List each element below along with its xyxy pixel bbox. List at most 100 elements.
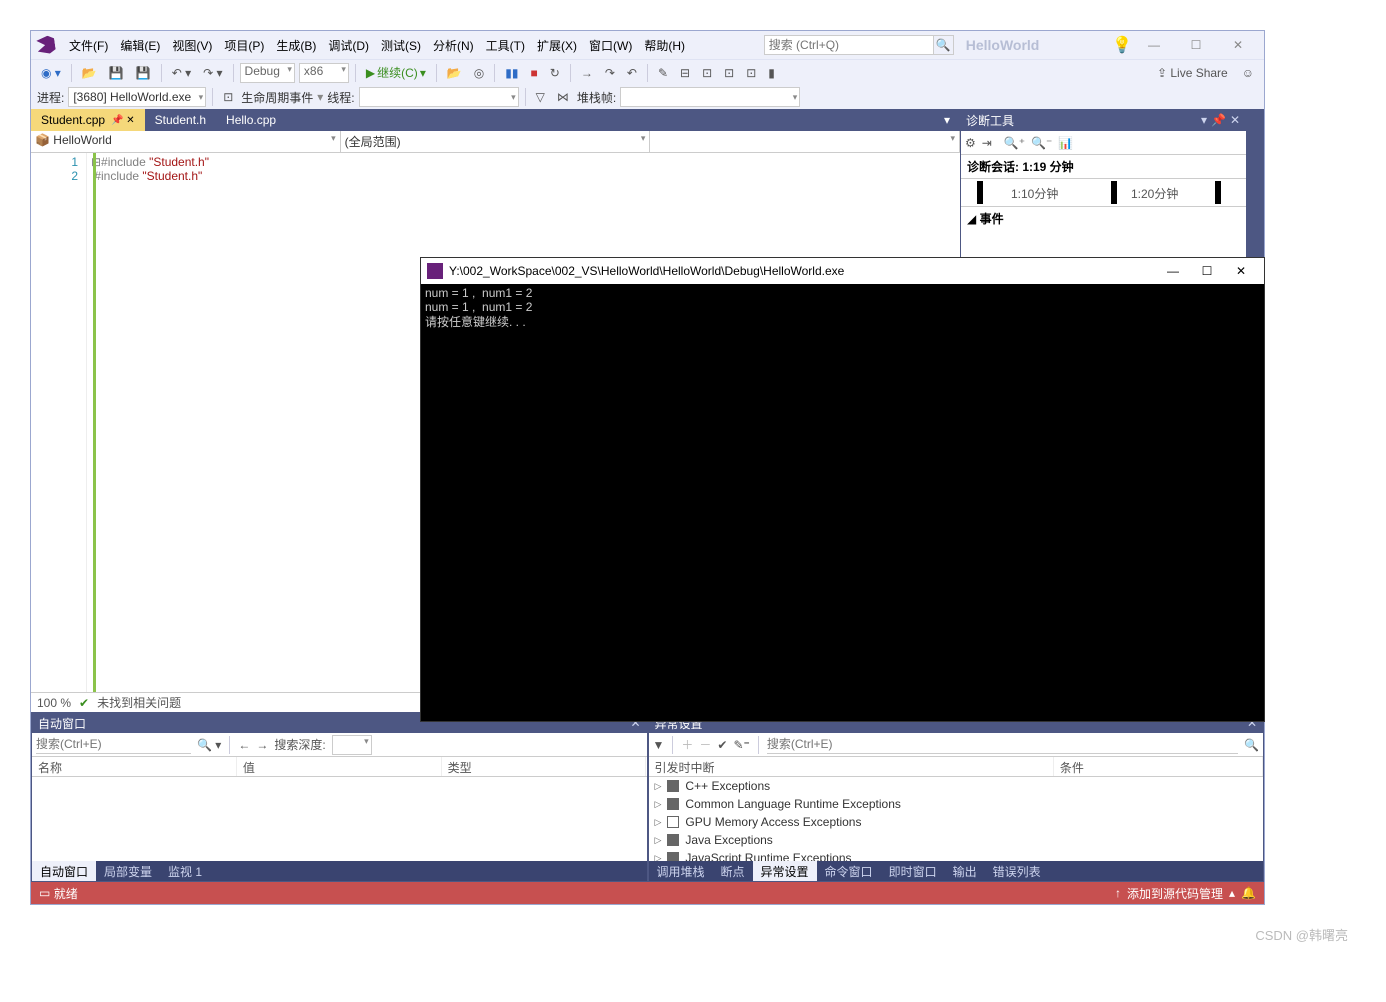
tb-icon[interactable]: ◎ (470, 64, 488, 82)
menu-item[interactable]: 窗口(W) (583, 35, 638, 57)
edit-icon[interactable]: ✎⁼ (733, 738, 749, 752)
filter-icon[interactable]: ▼ (653, 738, 665, 752)
menu-item[interactable]: 项目(P) (218, 35, 270, 57)
menu-item[interactable]: 扩展(X) (531, 35, 583, 57)
search-go-button[interactable]: 🔍 (934, 35, 954, 55)
search-icon[interactable]: 🔍 ▾ (197, 738, 221, 752)
menu-item[interactable]: 调试(D) (322, 35, 375, 57)
exception-row[interactable]: ▷ JavaScript Runtime Exceptions (649, 849, 1264, 861)
arrow-right-icon[interactable]: → (256, 738, 268, 752)
tb-icon[interactable]: ✎ (654, 64, 672, 82)
timeline[interactable]: 1:10分钟 1:20分钟 (961, 179, 1246, 207)
lifecycle-icon[interactable]: ⊡ (219, 88, 237, 106)
checkbox[interactable] (667, 798, 679, 810)
arrow-left-icon[interactable]: ← (238, 738, 250, 752)
plus-icon[interactable]: ＋ (681, 736, 693, 753)
column-header[interactable]: 值 (237, 757, 442, 776)
search-input[interactable] (764, 35, 934, 55)
chart-icon[interactable]: 📊 (1058, 136, 1073, 150)
menu-item[interactable]: 分析(N) (427, 35, 480, 57)
panel-close-icon[interactable]: ✕ (1230, 113, 1240, 127)
bottom-tab[interactable]: 即时窗口 (881, 861, 945, 881)
close-button[interactable]: ✕ (1218, 38, 1258, 52)
column-header[interactable]: 名称 (32, 757, 237, 776)
checkbox[interactable] (667, 816, 679, 828)
column-header[interactable]: 引发时中断 (649, 757, 1054, 776)
step-over-button[interactable]: ↷ (601, 64, 619, 82)
bottom-tab[interactable]: 断点 (713, 861, 753, 881)
column-header[interactable]: 类型 (442, 757, 647, 776)
menu-item[interactable]: 帮助(H) (638, 35, 691, 57)
nav-scope2[interactable]: (全局范围) (341, 131, 651, 152)
column-header[interactable]: 条件 (1054, 757, 1263, 776)
editor-tab[interactable]: Student.h (145, 109, 216, 131)
menu-item[interactable]: 测试(S) (375, 35, 427, 57)
gear-icon[interactable]: ⚙ (965, 136, 976, 150)
save-all-button[interactable]: 💾 (132, 64, 155, 82)
scm-button[interactable]: 添加到源代码管理 (1127, 885, 1223, 902)
search-icon[interactable]: 🔍 (1244, 738, 1259, 752)
minus-icon[interactable]: － (699, 736, 711, 753)
events-header[interactable]: ◢ 事件 (961, 207, 1246, 230)
live-share-button[interactable]: ⇪ Live Share (1151, 64, 1234, 82)
bottom-tab[interactable]: 局部变量 (96, 861, 160, 881)
exception-row[interactable]: ▷ C++ Exceptions (649, 777, 1264, 795)
feedback-icon[interactable]: ☺ (1238, 64, 1258, 82)
menu-item[interactable]: 工具(T) (480, 35, 531, 57)
checkbox[interactable] (667, 852, 679, 861)
tb-icon[interactable]: ▮ (764, 64, 779, 82)
exsettings-search-input[interactable] (767, 736, 1238, 754)
minimize-button[interactable]: — (1134, 38, 1174, 52)
tab-dropdown[interactable]: ▾ (934, 109, 960, 131)
console-close[interactable]: ✕ (1224, 264, 1258, 278)
config-combo[interactable]: Debug (240, 63, 295, 83)
menu-item[interactable]: 视图(V) (166, 35, 218, 57)
exception-row[interactable]: ▷ Common Language Runtime Exceptions (649, 795, 1264, 813)
menu-item[interactable]: 编辑(E) (114, 35, 166, 57)
stack-combo[interactable] (620, 87, 800, 107)
step-into-button[interactable]: → (577, 64, 597, 82)
redo-button[interactable]: ↷ ▾ (199, 64, 226, 82)
zoom-out-icon[interactable]: 🔍⁻ (1031, 136, 1052, 150)
editor-tab[interactable]: Student.cpp 📌 ✕ (31, 109, 145, 131)
checkbox[interactable] (667, 834, 679, 846)
process-combo[interactable]: [3680] HelloWorld.exe (68, 87, 206, 107)
zoom-combo[interactable]: 100 % (37, 696, 71, 710)
nav-scope3[interactable] (650, 131, 960, 152)
bottom-tab[interactable]: 异常设置 (753, 861, 817, 881)
tb-icon[interactable]: ⊟ (676, 64, 694, 82)
restart-button[interactable]: ↻ (546, 64, 564, 82)
checkbox[interactable] (667, 780, 679, 792)
bottom-tab[interactable]: 自动窗口 (32, 861, 96, 881)
maximize-button[interactable]: ☐ (1176, 38, 1216, 52)
notifications-icon[interactable]: 🔔 (1241, 886, 1256, 900)
tb-icon[interactable]: ⊡ (698, 64, 716, 82)
exception-row[interactable]: ▷ GPU Memory Access Exceptions (649, 813, 1264, 831)
autos-search-input[interactable] (36, 736, 191, 754)
notification-icon[interactable]: 💡 (1112, 35, 1132, 55)
stop-button[interactable]: ■ (527, 64, 542, 82)
nav-back-button[interactable]: ◉ ▾ (37, 64, 65, 82)
save-button[interactable]: 💾 (105, 64, 128, 82)
thread-combo[interactable] (359, 87, 519, 107)
open-file-button[interactable]: 📂 (78, 64, 101, 82)
console-titlebar[interactable]: Y:\002_WorkSpace\002_VS\HelloWorld\Hello… (421, 258, 1264, 284)
nav-scope1[interactable]: 📦 HelloWorld (31, 131, 341, 152)
bottom-tab[interactable]: 输出 (945, 861, 985, 881)
menu-item[interactable]: 生成(B) (270, 35, 322, 57)
console-minimize[interactable]: — (1156, 264, 1190, 278)
depth-combo[interactable] (332, 735, 372, 755)
tb-icon[interactable]: ⋈ (553, 88, 573, 106)
menu-item[interactable]: 文件(F) (63, 35, 114, 57)
undo-button[interactable]: ↶ ▾ (168, 64, 195, 82)
check-icon[interactable]: ✔ (717, 738, 727, 752)
panel-pin-icon[interactable]: 📌 (1211, 113, 1226, 127)
tb-icon[interactable]: 📂 (443, 64, 466, 82)
console-maximize[interactable]: ☐ (1190, 264, 1224, 278)
zoom-in-icon[interactable]: 🔍⁺ (1004, 136, 1025, 150)
platform-combo[interactable]: x86 (299, 63, 349, 83)
bottom-tab[interactable]: 调用堆栈 (649, 861, 713, 881)
step-out-button[interactable]: ↶ (623, 64, 641, 82)
pause-button[interactable]: ▮▮ (501, 64, 522, 82)
export-icon[interactable]: ⇥ (982, 136, 992, 150)
